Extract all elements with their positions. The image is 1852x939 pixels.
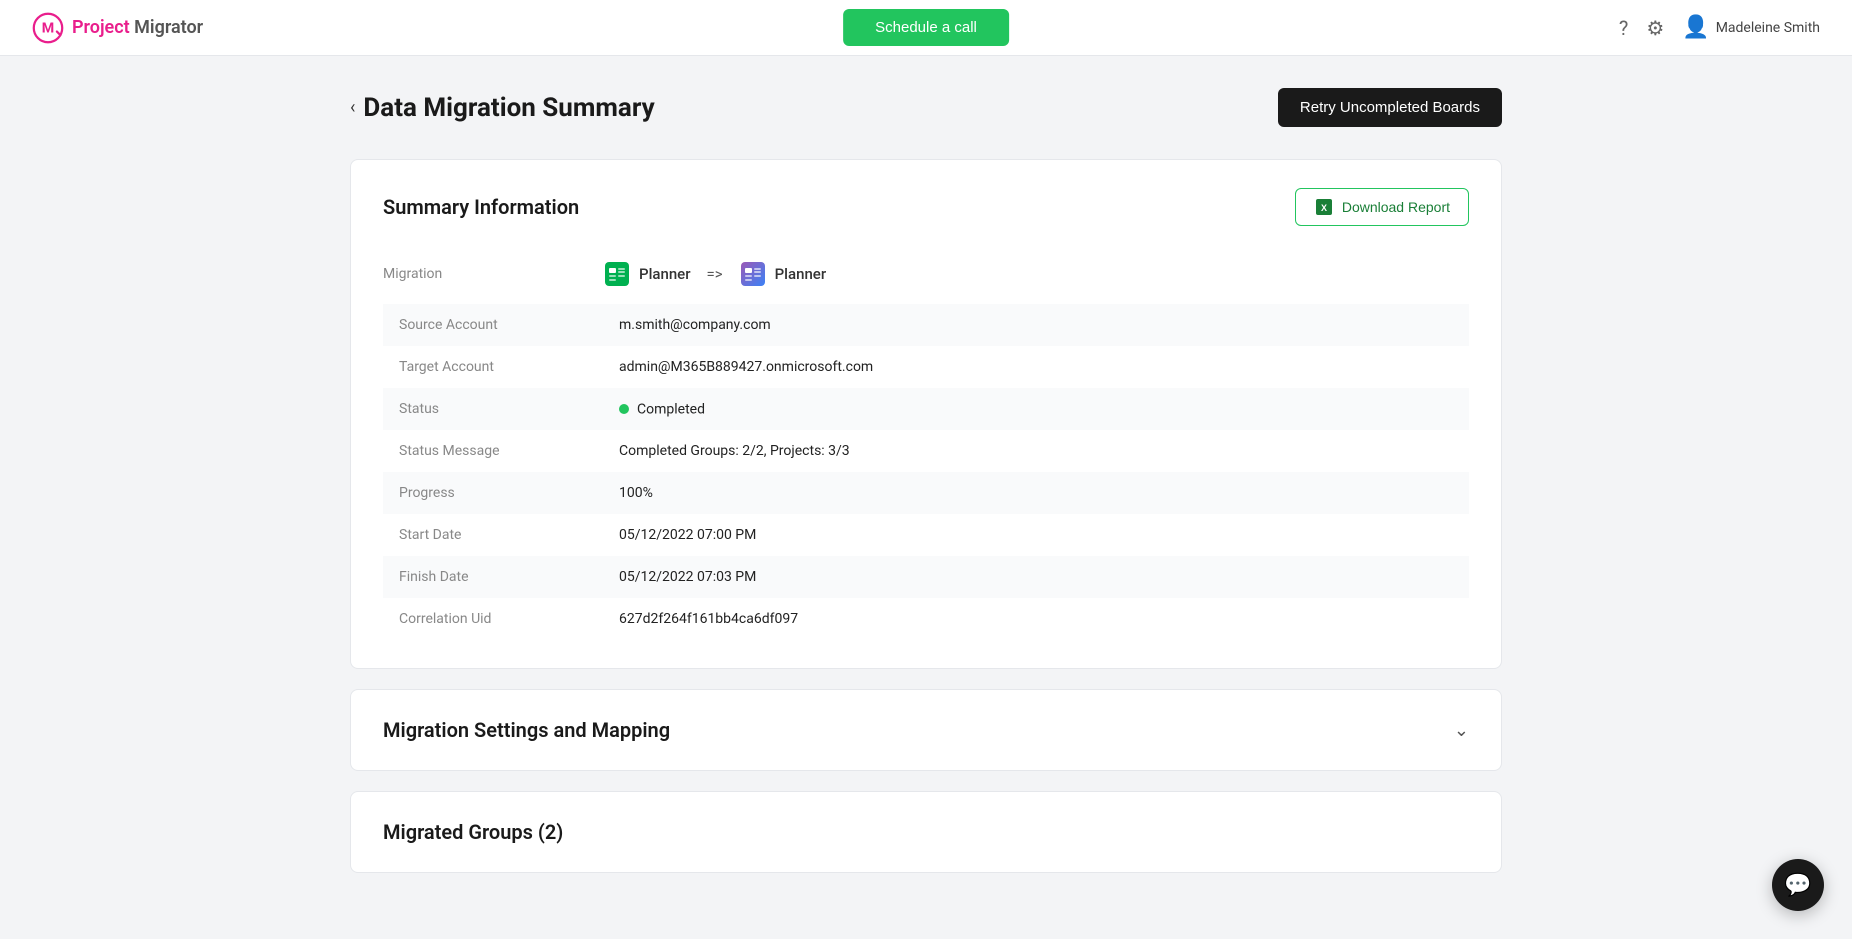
table-row: Finish Date05/12/2022 07:03 PM: [383, 556, 1469, 598]
header: M Project Migrator Schedule a call ? ⚙ 👤…: [0, 0, 1852, 56]
user-avatar-icon: 👤: [1682, 15, 1709, 40]
page-title-left: ‹ Data Migration Summary: [350, 93, 655, 123]
page-title: Data Migration Summary: [363, 93, 654, 123]
summary-card-title: Summary Information: [383, 195, 579, 219]
header-right: ? ⚙ 👤 Madeleine Smith: [1619, 15, 1820, 40]
row-label: Progress: [383, 472, 603, 514]
target-app: Planner: [739, 260, 827, 288]
status-text: Completed: [637, 401, 705, 417]
row-value: admin@M365B889427.onmicrosoft.com: [603, 346, 1469, 388]
summary-card-header: Summary Information X Download Report: [383, 188, 1469, 226]
main-content: ‹ Data Migration Summary Retry Uncomplet…: [326, 56, 1526, 905]
table-row: Status Completed: [383, 388, 1469, 430]
row-value: m.smith@company.com: [603, 304, 1469, 346]
migrated-groups-card: Migrated Groups (2): [350, 791, 1502, 873]
source-app-name: Planner: [639, 265, 691, 283]
summary-info-table: Source Accountm.smith@company.comTarget …: [383, 304, 1469, 640]
excel-icon: X: [1314, 197, 1334, 217]
help-icon[interactable]: ?: [1619, 16, 1628, 40]
source-planner-icon: [603, 260, 631, 288]
table-row: Start Date05/12/2022 07:00 PM: [383, 514, 1469, 556]
target-app-name: Planner: [775, 265, 827, 283]
settings-card-header[interactable]: Migration Settings and Mapping ⌄: [383, 718, 1469, 742]
row-label: Target Account: [383, 346, 603, 388]
row-value: 05/12/2022 07:00 PM: [603, 514, 1469, 556]
logo-icon: M: [32, 12, 64, 44]
row-value: 627d2f264f161bb4ca6df097: [603, 598, 1469, 640]
svg-text:M: M: [42, 20, 54, 36]
migration-settings-card: Migration Settings and Mapping ⌄: [350, 689, 1502, 771]
logo[interactable]: M Project Migrator: [32, 12, 203, 44]
header-center: Schedule a call: [843, 9, 1009, 46]
row-label: Start Date: [383, 514, 603, 556]
row-label: Source Account: [383, 304, 603, 346]
table-row: Target Accountadmin@M365B889427.onmicros…: [383, 346, 1469, 388]
migration-row: Migration Planner =>: [383, 250, 1469, 304]
schedule-call-button[interactable]: Schedule a call: [843, 9, 1009, 46]
migrated-groups-title: Migrated Groups (2): [383, 820, 1469, 844]
chat-icon: 💬: [1784, 873, 1811, 898]
migration-label: Migration: [383, 266, 603, 282]
download-report-button[interactable]: X Download Report: [1295, 188, 1469, 226]
row-value: 100%: [603, 472, 1469, 514]
row-label: Finish Date: [383, 556, 603, 598]
user-name: Madeleine Smith: [1716, 20, 1820, 36]
migration-arrow: =>: [707, 265, 723, 283]
row-label: Correlation Uid: [383, 598, 603, 640]
chevron-down-icon: ⌄: [1454, 720, 1469, 741]
table-row: Correlation Uid627d2f264f161bb4ca6df097: [383, 598, 1469, 640]
settings-card-title: Migration Settings and Mapping: [383, 718, 670, 742]
svg-text:X: X: [1321, 203, 1327, 213]
page-title-row: ‹ Data Migration Summary Retry Uncomplet…: [350, 88, 1502, 127]
migration-apps: Planner =>: [603, 260, 826, 288]
row-value: 05/12/2022 07:03 PM: [603, 556, 1469, 598]
target-planner-icon: [739, 260, 767, 288]
settings-icon[interactable]: ⚙: [1646, 16, 1664, 40]
row-value: Completed Groups: 2/2, Projects: 3/3: [603, 430, 1469, 472]
chat-fab-button[interactable]: 💬: [1772, 859, 1824, 911]
table-row: Status MessageCompleted Groups: 2/2, Pro…: [383, 430, 1469, 472]
status-dot: [619, 404, 629, 414]
source-app: Planner: [603, 260, 691, 288]
row-label: Status: [383, 388, 603, 430]
table-row: Source Accountm.smith@company.com: [383, 304, 1469, 346]
row-value: Completed: [603, 388, 1469, 430]
summary-card: Summary Information X Download Report Mi…: [350, 159, 1502, 669]
row-label: Status Message: [383, 430, 603, 472]
back-button[interactable]: ‹: [350, 97, 355, 118]
logo-text: Project Migrator: [72, 17, 203, 38]
retry-button[interactable]: Retry Uncompleted Boards: [1278, 88, 1502, 127]
user-menu[interactable]: 👤 Madeleine Smith: [1682, 15, 1820, 40]
table-row: Progress100%: [383, 472, 1469, 514]
